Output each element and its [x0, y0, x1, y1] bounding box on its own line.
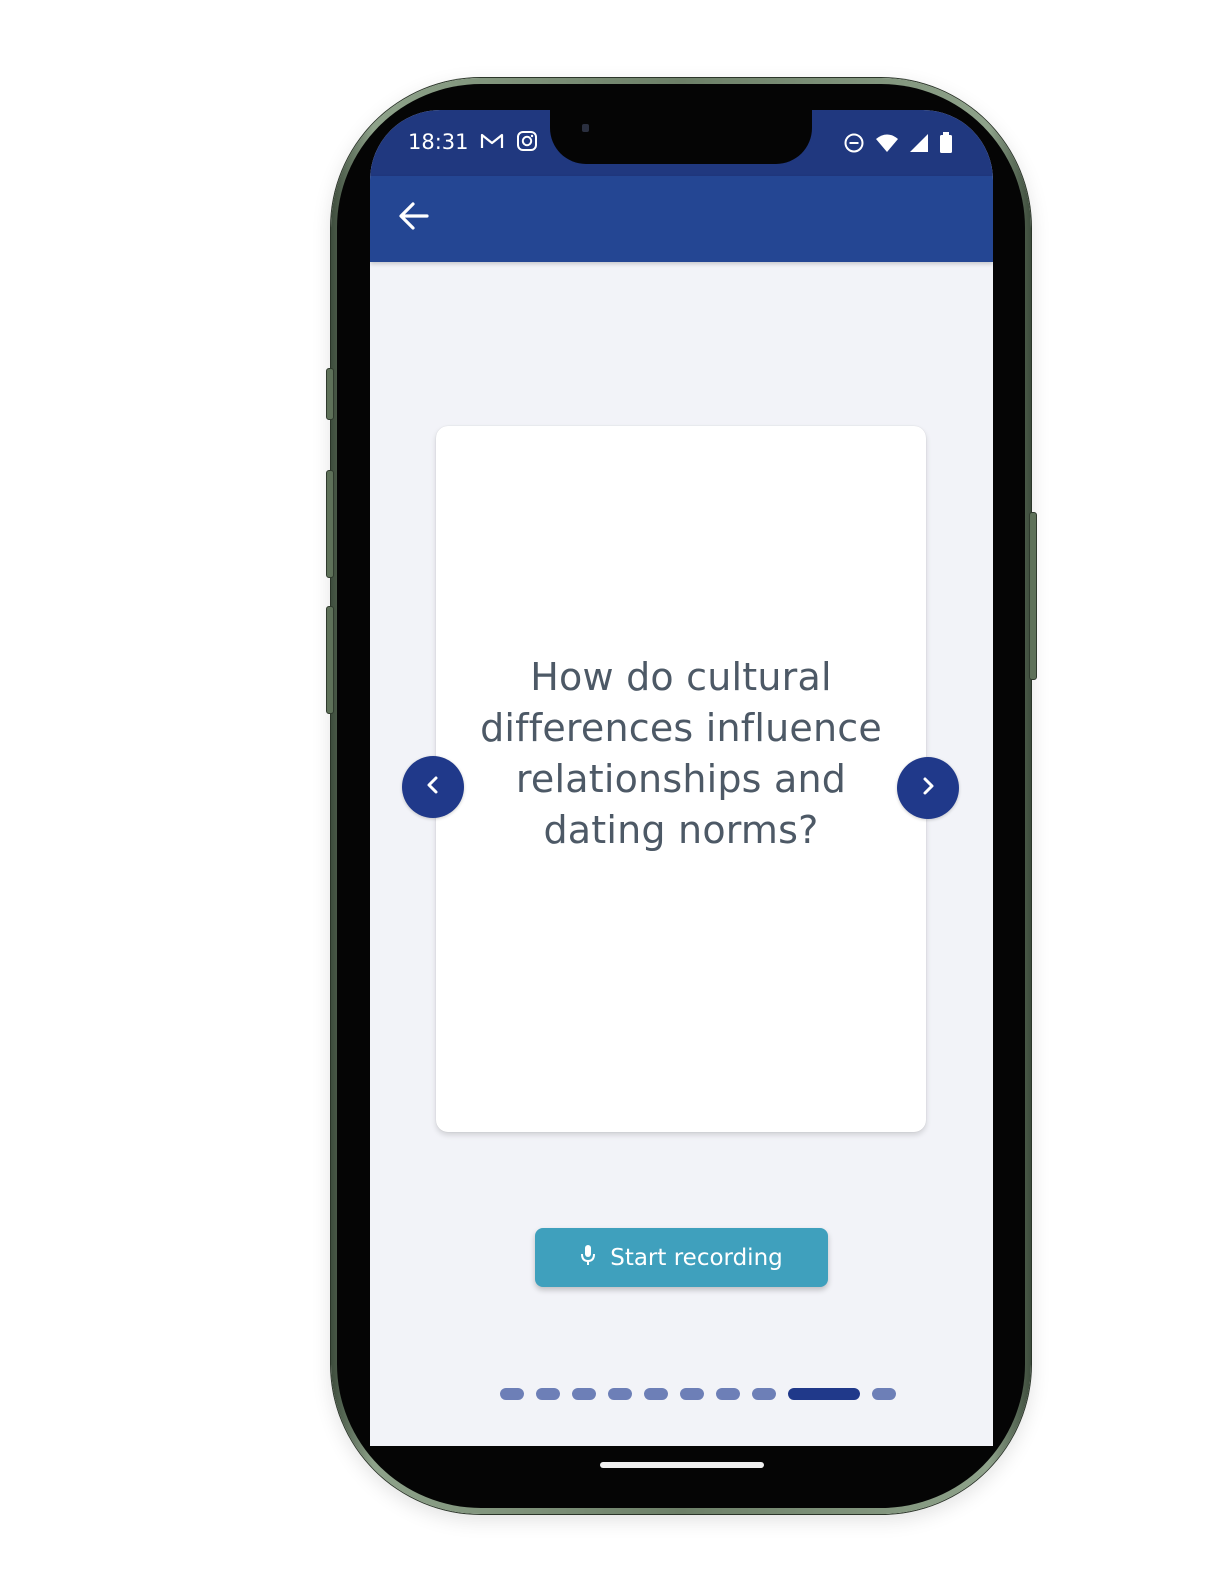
status-bar: 18:31 [370, 110, 993, 176]
arrow-left-icon [397, 201, 431, 236]
previous-card-button[interactable] [402, 756, 464, 818]
pagination-dot[interactable] [752, 1388, 776, 1400]
status-time: 18:31 [408, 130, 469, 154]
battery-icon [939, 132, 953, 159]
question-text: How do cultural differences influence re… [480, 655, 882, 852]
camera-notch [550, 110, 812, 164]
gesture-area [370, 1446, 993, 1486]
screenshot-stage: 18:31 How do cultural differences influe… [0, 0, 1206, 1591]
next-card-button[interactable] [897, 757, 959, 819]
pagination-dot[interactable] [680, 1388, 704, 1400]
home-indicator[interactable] [600, 1462, 764, 1468]
status-notification-icons [480, 130, 538, 157]
power-button [1029, 512, 1037, 680]
instagram-icon [516, 130, 538, 157]
pagination-dot[interactable] [716, 1388, 740, 1400]
pagination-dot[interactable] [872, 1388, 896, 1400]
pagination-dot[interactable] [572, 1388, 596, 1400]
pagination-dot[interactable] [608, 1388, 632, 1400]
pagination-dot-active[interactable] [788, 1388, 860, 1400]
back-button[interactable] [390, 194, 438, 242]
start-recording-button[interactable]: Start recording [535, 1228, 828, 1287]
status-system-icons [843, 132, 953, 159]
wifi-icon [875, 133, 899, 158]
pagination-dot[interactable] [536, 1388, 560, 1400]
pagination-dot[interactable] [644, 1388, 668, 1400]
pagination-dot[interactable] [500, 1388, 524, 1400]
gmail-icon [480, 132, 504, 155]
do-not-disturb-icon [843, 132, 865, 159]
question-card: How do cultural differences influence re… [436, 426, 926, 1132]
mute-switch [326, 368, 334, 420]
chevron-right-icon [920, 776, 936, 801]
front-camera [582, 124, 589, 132]
volume-up-button [326, 470, 334, 578]
microphone-icon [580, 1243, 596, 1273]
start-recording-label: Start recording [610, 1244, 783, 1271]
app-screen: 18:31 How do cultural differences influe… [370, 110, 993, 1446]
chevron-left-icon [425, 775, 441, 800]
app-bar [370, 176, 993, 262]
signal-icon [909, 133, 929, 158]
volume-down-button [326, 606, 334, 714]
card-pagination [500, 1388, 896, 1400]
